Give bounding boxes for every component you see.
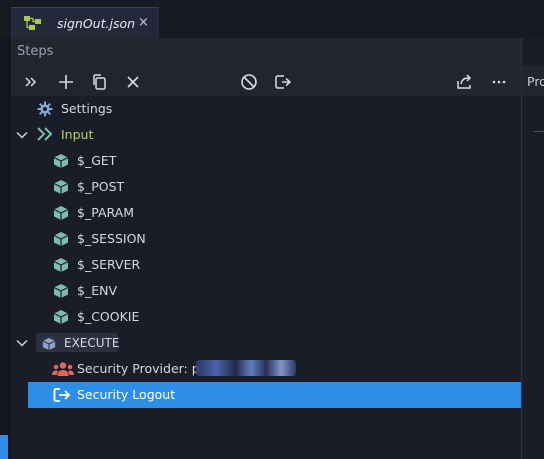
- tree-item-label: Input: [61, 127, 94, 142]
- steps-toolbar: [11, 66, 521, 96]
- cube-icon: [53, 309, 69, 329]
- tree-item-post[interactable]: $_POST: [11, 174, 521, 200]
- tree-item-label: $_PARAM: [77, 205, 135, 220]
- chevron-down-icon[interactable]: [15, 127, 29, 146]
- double-chevron-right-icon: [36, 126, 54, 146]
- disable-icon[interactable]: [239, 72, 259, 92]
- sign-out-icon: [53, 387, 71, 407]
- properties-panel: [521, 38, 544, 459]
- move-out-icon[interactable]: [273, 72, 293, 92]
- tree-item-label: $_COOKIE: [77, 309, 140, 324]
- tree-item-label: $_ENV: [77, 283, 118, 298]
- cube-icon: [53, 153, 69, 173]
- tree-item-label: EXECUTE: [64, 336, 120, 350]
- tree-item-settings[interactable]: Settings: [11, 96, 521, 122]
- steps-tree: Settings Input $_GET $_POST $_PARAM $_SE: [11, 96, 521, 459]
- add-step-icon[interactable]: [56, 72, 76, 92]
- copy-icon[interactable]: [89, 72, 109, 92]
- tree-item-param[interactable]: $_PARAM: [11, 200, 521, 226]
- steps-panel-header: Steps: [11, 38, 521, 66]
- tree-item-security-logout[interactable]: Security Logout: [28, 382, 521, 408]
- tree-item-label: Settings: [61, 101, 113, 116]
- cube-icon: [42, 336, 56, 355]
- tree-item-env[interactable]: $_ENV: [11, 278, 521, 304]
- tree-item-label: $_POST: [77, 179, 125, 194]
- cube-icon: [53, 231, 69, 251]
- cube-icon: [53, 257, 69, 277]
- share-icon[interactable]: [454, 72, 474, 92]
- tree-item-label: $_SESSION: [77, 231, 146, 246]
- left-gutter-indicator: [0, 435, 8, 459]
- left-gutter: [0, 38, 11, 459]
- editor-tab-signout[interactable]: signOut.json ×: [11, 7, 159, 39]
- steps-panel-title: Steps: [17, 44, 54, 59]
- properties-panel-header: Pro: [522, 66, 544, 96]
- tree-item-get[interactable]: $_GET: [11, 148, 521, 174]
- tree-item-security-provider[interactable]: Security Provider: p: [11, 356, 521, 382]
- tree-item-server[interactable]: $_SERVER: [11, 252, 521, 278]
- tree-item-cookie[interactable]: $_COOKIE: [11, 304, 521, 330]
- tree-item-label: $_SERVER: [77, 257, 141, 272]
- expand-all-icon[interactable]: [21, 72, 41, 92]
- tab-title: signOut.json: [57, 16, 136, 31]
- tree-item-session[interactable]: $_SESSION: [11, 226, 521, 252]
- flow-icon: [23, 15, 43, 35]
- cube-icon: [53, 179, 69, 199]
- properties-panel-title: Pro: [527, 74, 544, 89]
- tree-item-execute[interactable]: EXECUTE: [11, 330, 521, 356]
- tree-item-label: Security Provider: p: [77, 361, 200, 376]
- tree-item-label: Security Logout: [77, 387, 176, 402]
- properties-divider: [534, 131, 544, 132]
- cube-icon: [53, 283, 69, 303]
- tab-close-icon[interactable]: ×: [138, 15, 149, 30]
- gear-icon: [37, 101, 53, 121]
- chevron-down-icon[interactable]: [15, 335, 29, 354]
- users-icon: [52, 361, 74, 381]
- more-options-icon[interactable]: [489, 72, 509, 92]
- cube-icon: [53, 205, 69, 225]
- redacted-value: [196, 360, 296, 376]
- tree-item-label: $_GET: [77, 153, 117, 168]
- tree-item-input[interactable]: Input: [11, 122, 521, 148]
- delete-icon[interactable]: [123, 72, 143, 92]
